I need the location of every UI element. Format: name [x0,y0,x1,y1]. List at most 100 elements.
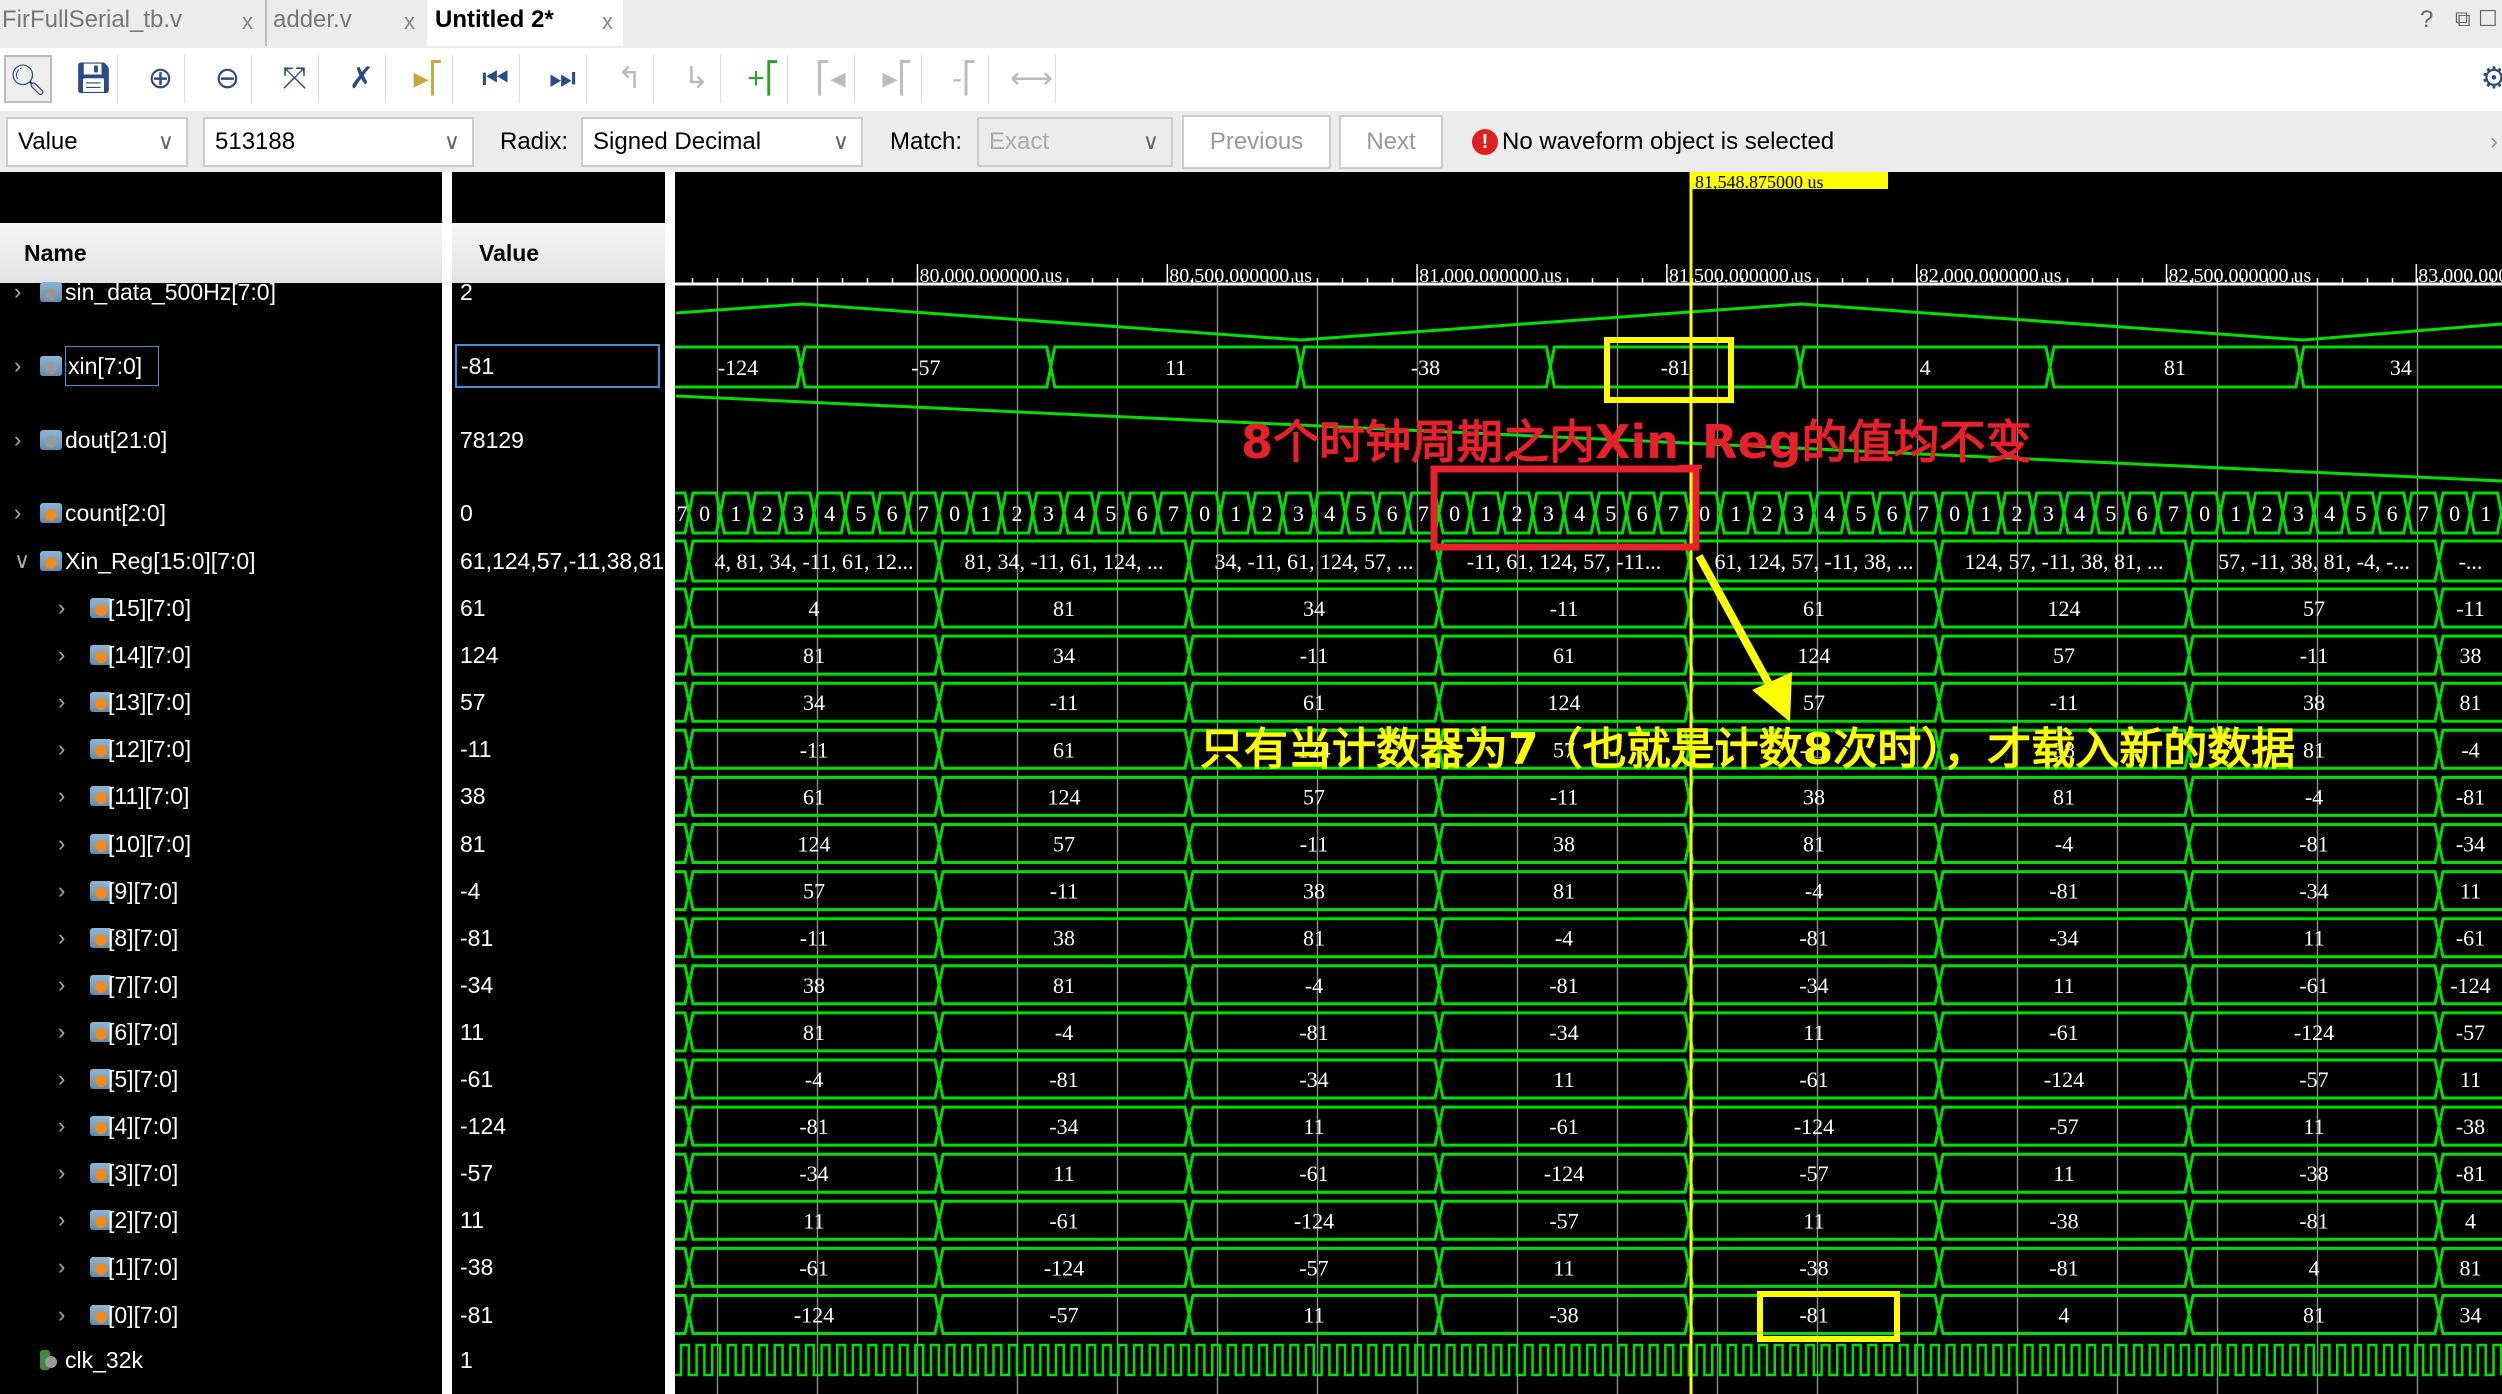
sin-data-wave [675,302,2502,342]
reg-bus-value: 11 [1303,1114,1324,1139]
reg-bus-value: 11 [1803,1020,1824,1045]
count-bus-value: 1 [1230,501,1241,526]
xin-bus-value: -38 [1411,355,1440,380]
reg-bus-value: 38 [1803,784,1825,809]
xin-bus-value: 4 [1920,355,1931,380]
reg-bus-value: -11 [800,926,829,951]
reg-bus-value: -61 [1049,1208,1078,1233]
reg-bus-value: 124 [798,832,831,857]
reg-bus-value: 81 [2303,1303,2325,1328]
count-bus-value: 5 [2355,501,2366,526]
reg-bus-value: -61 [2299,973,2328,998]
reg-bus-value: 61 [1803,596,1825,621]
xin-reg-bus-value: -11, 61, 124, 57, -11... [1467,549,1662,574]
reg-bus-value: 81 [1553,879,1575,904]
reg-bus-value: -124 [1294,1208,1334,1233]
xin-bus-value: 11 [1165,355,1186,380]
reg-bus-value: -81 [2456,784,2485,809]
count-bus-value: 3 [1293,501,1304,526]
reg-bus-value: 81 [2460,690,2482,715]
cursor-time-label: 81,548.875000 us [1695,172,1824,192]
reg-bus-value: 11 [2460,879,2481,904]
reg-bus [675,823,691,864]
xin-bus-value: -124 [718,355,758,380]
reg-bus [675,917,691,959]
reg-bus-value: -81 [2456,1161,2485,1186]
count-bus-value: 5 [2105,501,2116,526]
count-bus-value: 1 [2480,501,2491,526]
reg-bus-value: -11 [800,737,829,762]
count-bus-value: 7 [2168,501,2179,526]
reg-bus-value: 11 [2053,1161,2074,1186]
xin-reg-bus-value: 124, 57, -11, 38, 81, ... [1964,549,2163,574]
reg-bus-value: 11 [1553,1067,1574,1092]
reg-bus [675,587,691,629]
count-bus-value: 3 [793,501,804,526]
count-bus-value: 1 [2230,501,2241,526]
time-tick-label: 80,000.000000 us [920,265,1063,287]
reg-bus-value: -34 [1799,973,1828,998]
reg-bus-value: 4 [2465,1208,2476,1233]
xin-bus-value: 81 [2164,355,2186,380]
reg-bus [675,1294,691,1335]
count-bus-value: 1 [1980,501,1991,526]
reg-bus-value: 81 [2053,784,2075,809]
reg-bus-value: 57 [1303,784,1325,809]
reg-bus-value: -34 [799,1161,828,1186]
count-bus-value: 0 [1949,501,1960,526]
count-bus-value: 2 [2262,501,2273,526]
reg-bus [675,964,691,1006]
reg-bus-value: 4 [2059,1303,2070,1328]
reg-bus-value: -124 [2450,973,2490,998]
count-bus-value: 1 [1730,501,1741,526]
count-bus-value: 7 [2418,501,2429,526]
count-bus-value: 3 [1793,501,1804,526]
count-bus-value: 4 [2074,501,2085,526]
reg-bus-value: 61 [1053,737,1075,762]
count-bus-value: 1 [730,501,741,526]
reg-bus-value: 81 [1303,926,1325,951]
count-bus-value: 5 [1855,501,1866,526]
time-tick-label: 83,000.000000 us [2418,265,2502,287]
count-bus-value: 0 [1449,501,1460,526]
reg-bus-value: -4 [1805,879,1823,904]
reg-bus-value: 38 [2303,690,2325,715]
reg-bus-value: 61 [1553,643,1575,668]
reg-bus-value: -81 [1799,926,1828,951]
reg-bus-value: 34 [803,690,825,715]
reg-bus-value: -38 [1549,1303,1578,1328]
count-bus-value: 3 [2293,501,2304,526]
count-bus-value: 4 [2324,501,2335,526]
reg-bus-value: -38 [2049,1208,2078,1233]
reg-bus-value: 4 [2309,1255,2320,1280]
reg-bus-value: -34 [1299,1067,1328,1092]
reg-bus-value: -124 [1794,1114,1834,1139]
count-bus-value: 7 [1418,501,1429,526]
reg-bus-value: -38 [1799,1255,1828,1280]
reg-bus-value: 11 [2460,1067,2481,1092]
reg-bus-value: -11 [1050,879,1079,904]
reg-bus-value: -124 [2044,1067,2084,1092]
waveform-canvas[interactable]: 80,000.000000 us 80,500.000000 us 81,000.0… [0,0,2502,1394]
xin-reg-bus-value: 81, 34, -11, 61, 124, ... [964,549,1163,574]
count-bus-value: 0 [949,501,960,526]
reg-bus-value: -124 [2294,1020,2334,1045]
count-bus-value: 6 [1637,501,1648,526]
reg-bus-value: -57 [1799,1161,1828,1186]
reg-bus-value: 38 [803,973,825,998]
reg-bus-value: -57 [1549,1208,1578,1233]
reg-bus-value: -81 [1299,1020,1328,1045]
count-bus-value: 4 [1324,501,1335,526]
count-bus-value: 2 [1762,501,1773,526]
count-bus-value: 6 [1887,501,1898,526]
reg-bus-value: -57 [2456,1020,2485,1045]
time-tick-label: 82,000.000000 us [1919,265,2062,287]
reg-bus-value: -11 [1300,832,1329,857]
count-bus-value: 2 [762,501,773,526]
count-bus-value: 4 [1074,501,1085,526]
reg-bus-value: -61 [1549,1114,1578,1139]
count-bus-value: 7 [1168,501,1179,526]
reg-bus-value: -4 [2055,832,2073,857]
count-bus-value: 6 [1387,501,1398,526]
reg-bus-value: 38 [1053,926,1075,951]
